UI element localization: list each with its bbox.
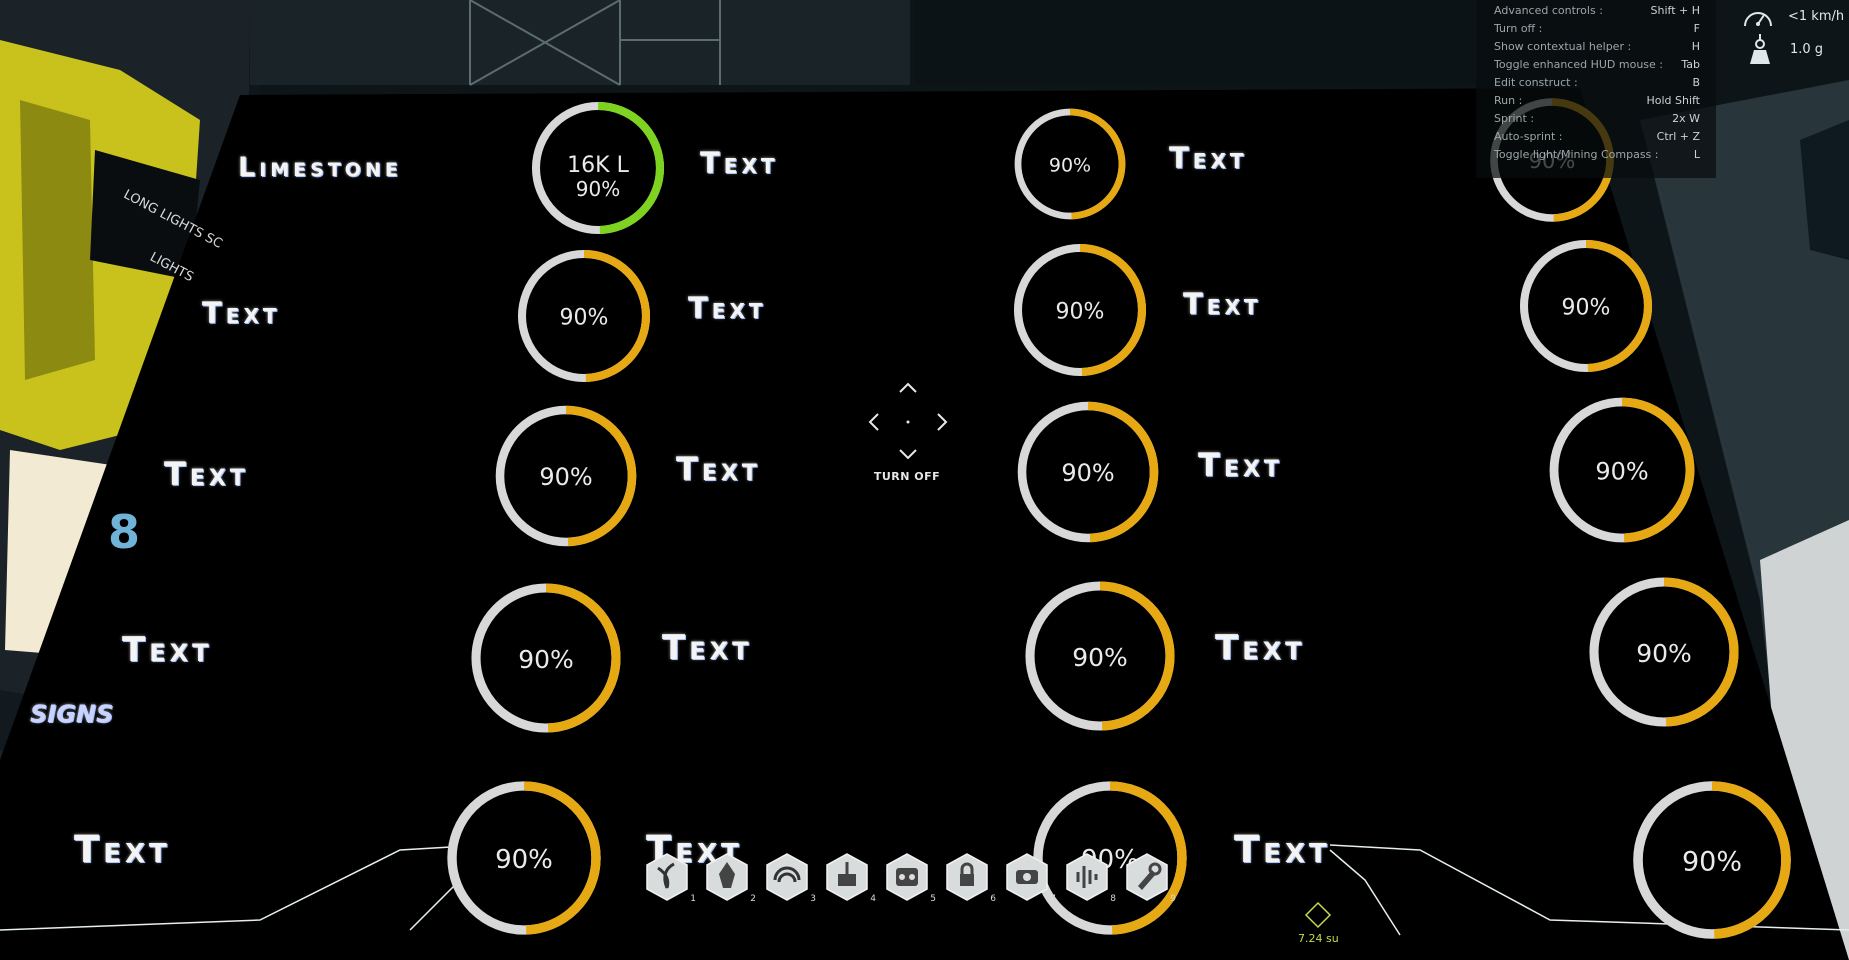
help-key: F	[1693, 22, 1700, 35]
help-action: Turn off :	[1494, 22, 1543, 35]
help-row: Turn off : F	[1494, 22, 1700, 38]
toolbar-slot-number: 4	[870, 894, 876, 904]
gauge-percent-text: 90%	[495, 845, 553, 875]
build-icon	[826, 853, 868, 901]
help-row: Toggle light/Mining Compass : L	[1494, 148, 1700, 164]
help-key: 2x W	[1672, 112, 1700, 125]
help-key: B	[1692, 76, 1700, 89]
gauge-percent-text: 90%	[1072, 643, 1128, 672]
gravity-readout: 1.0 g	[1790, 42, 1824, 57]
help-action: Toggle light/Mining Compass :	[1494, 148, 1659, 161]
help-row: Advanced controls : Shift + H	[1494, 4, 1700, 20]
toolbar-slot[interactable]: 4	[824, 852, 876, 904]
gauge-percent-text: 90%	[539, 463, 592, 491]
toolbar-slot-number: 7	[1050, 894, 1056, 904]
gauge-percent-text: 90%	[1049, 154, 1091, 176]
help-action: Auto-sprint :	[1494, 130, 1563, 143]
toolbar-slot-number: 1	[690, 894, 696, 904]
container-icon	[886, 853, 928, 901]
plant-icon	[646, 853, 688, 901]
tool-icon	[1126, 853, 1168, 901]
help-row: Sprint : 2x W	[1494, 112, 1700, 128]
gauge-percent-text: 90%	[1562, 296, 1611, 321]
help-action: Run :	[1494, 94, 1523, 107]
move-arrows-icon	[868, 382, 948, 460]
speedometer-icon	[1744, 12, 1772, 27]
gauge-percent-text: 90%	[560, 306, 609, 331]
turn-off-prompt[interactable]: TURN OFF	[870, 470, 944, 483]
help-action: Show contextual helper :	[1494, 40, 1632, 53]
toolbar-slot-number: 9	[1170, 894, 1176, 904]
toolbar-slot-number: 6	[990, 894, 996, 904]
storage-percent-text: 90%	[576, 177, 620, 201]
storage-volume-text: 16K L	[567, 153, 629, 178]
lock-icon	[946, 853, 988, 901]
help-action: Edit construct :	[1494, 76, 1578, 89]
crystal-icon	[706, 853, 748, 901]
help-key: Hold Shift	[1646, 94, 1700, 107]
help-action: Sprint :	[1494, 112, 1535, 125]
help-key: Shift + H	[1650, 4, 1700, 17]
gauge-percent-text: 90%	[1595, 458, 1648, 486]
toolbar-slot[interactable]: 7	[1004, 852, 1056, 904]
speed-readout: <1 km/h	[1788, 9, 1845, 24]
scanner-icon	[766, 853, 808, 901]
help-action: Toggle enhanced HUD mouse :	[1494, 58, 1663, 71]
toolbar-slot-number: 2	[750, 894, 756, 904]
toolbar-slot[interactable]: 8	[1064, 852, 1116, 904]
gauge-percent-text: 90%	[1056, 300, 1105, 325]
help-row: Toggle enhanced HUD mouse : Tab	[1494, 58, 1700, 74]
toolbar-slot[interactable]: 1	[644, 852, 696, 904]
help-key: L	[1693, 148, 1700, 161]
toolbar-slot[interactable]: 3	[764, 852, 816, 904]
help-key: Tab	[1681, 58, 1700, 71]
gauge-percent-text: 90%	[1061, 459, 1114, 487]
toolbar-slot[interactable]: 2	[704, 852, 756, 904]
sound-icon	[1066, 853, 1108, 901]
toolbar-slot[interactable]: 9	[1124, 852, 1176, 904]
gauge-percent-text: 90%	[1636, 639, 1692, 668]
toolbar-slot-number: 3	[810, 894, 816, 904]
help-row: Auto-sprint : Ctrl + Z	[1494, 130, 1700, 146]
help-action: Advanced controls :	[1494, 4, 1603, 17]
controls-help-panel: Advanced controls : Shift + H Turn off :FS…	[1476, 0, 1716, 178]
toolbar-slot-number: 8	[1110, 894, 1116, 904]
gauge-percent-text: 90%	[1682, 846, 1742, 877]
help-row: Edit construct : B	[1494, 76, 1700, 92]
help-key: Ctrl + Z	[1656, 130, 1700, 143]
toolbar-slot[interactable]: 6	[944, 852, 996, 904]
distance-readout: 7.24 su	[1298, 932, 1339, 945]
gravity-icon	[1750, 34, 1770, 64]
toolbar-slot[interactable]: 5	[884, 852, 936, 904]
help-row: Run : Hold Shift	[1494, 94, 1700, 110]
help-row: Show contextual helper : H	[1494, 40, 1700, 56]
help-key: H	[1691, 40, 1700, 53]
toolbar-slot-number: 5	[930, 894, 936, 904]
gauge-percent-text: 90%	[518, 645, 574, 674]
link-icon	[1006, 853, 1048, 901]
